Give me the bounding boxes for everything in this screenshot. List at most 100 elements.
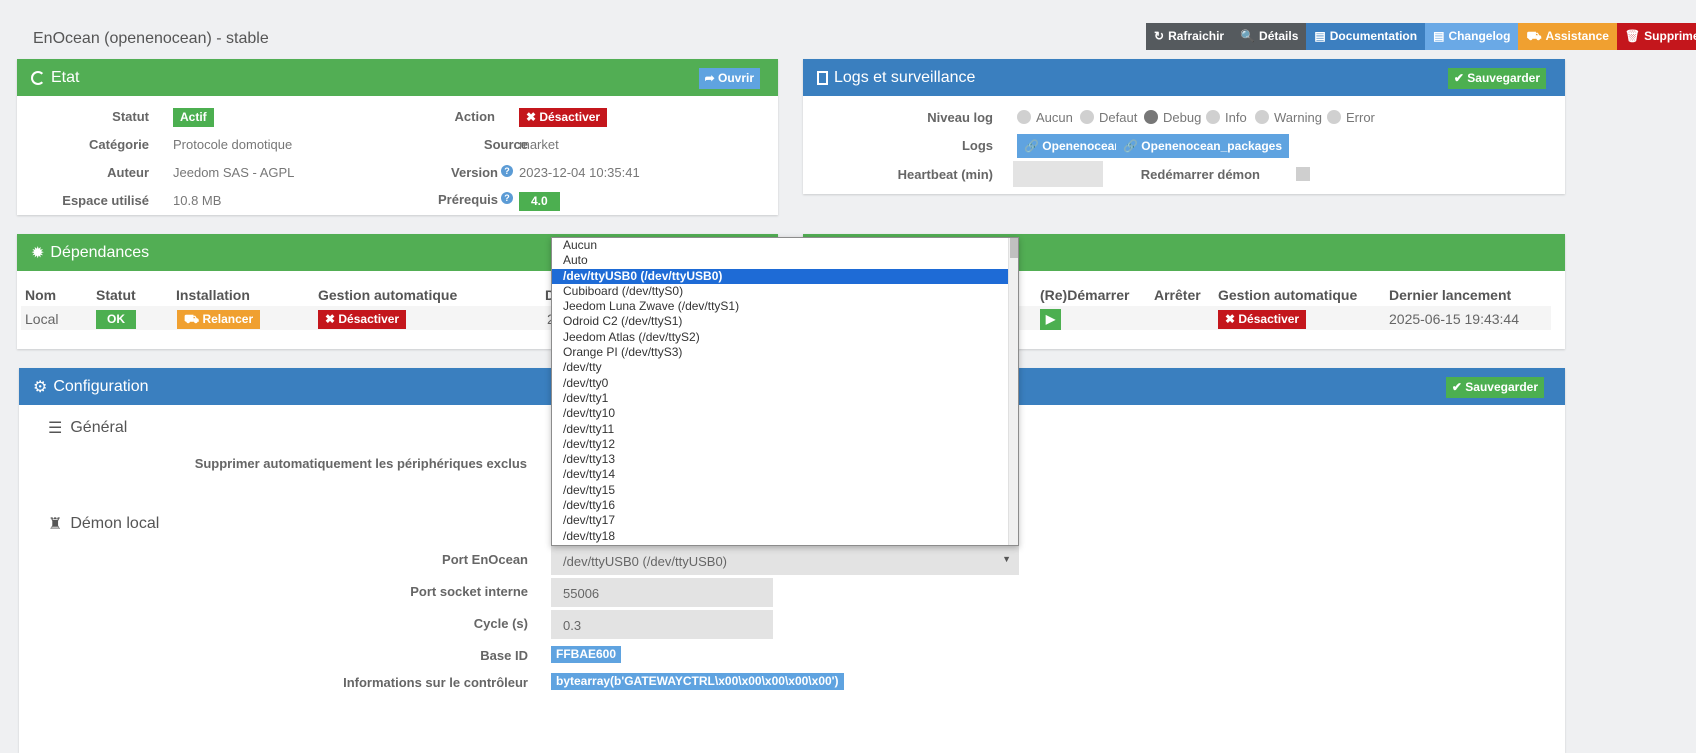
share-icon: ➦ — [704, 71, 715, 85]
desactiver-button[interactable]: ✖ Désactiver — [519, 108, 608, 127]
top-toolbar: ↻ Rafraichir 🔍 Détails ▤ Documentation ▤ Change… — [1146, 23, 1696, 50]
log-packages-button[interactable]: 🔗 Openenocean_packages — [1116, 134, 1290, 158]
file-icon: ▤ — [1433, 29, 1445, 43]
open-button[interactable]: ➦ Ouvrir — [698, 68, 760, 89]
radio-defaut[interactable] — [1080, 110, 1094, 124]
dropdown-option[interactable]: /dev/tty14 — [552, 467, 1018, 482]
demon-desactiver-button[interactable]: ✖ Désactiver — [1218, 310, 1307, 329]
user-secret-icon: ♜ — [48, 516, 63, 533]
radio-label-warning: Warning — [1274, 110, 1322, 125]
dropdown-option[interactable]: /dev/tty — [552, 360, 1018, 375]
log-openenocean-button[interactable]: 🔗 Openenocean — [1017, 134, 1129, 158]
refresh-button[interactable]: ↻ Rafraichir — [1146, 23, 1233, 50]
radio-label-info: Info — [1225, 110, 1247, 125]
dropdown-option[interactable]: Jeedom Luna Zwave (/dev/ttyS1) — [552, 299, 1018, 314]
espace-value: 10.8 MB — [173, 193, 222, 208]
auteur-value: Jeedom SAS - AGPL — [173, 165, 295, 180]
baseid-badge: FFBAE600 — [551, 646, 622, 663]
niveau-log-label: Niveau log — [927, 110, 993, 125]
dropdown-option[interactable]: /dev/tty11 — [552, 422, 1018, 437]
restart-checkbox[interactable] — [1296, 167, 1310, 181]
dropdown-option[interactable]: Jeedom Atlas (/dev/ttyS2) — [552, 330, 1018, 345]
dropdown-option[interactable]: /dev/tty12 — [552, 437, 1018, 452]
heartbeat-label: Heartbeat (min) — [897, 167, 993, 182]
config-title: Configuration — [53, 377, 149, 395]
col-nom: Nom — [25, 287, 57, 303]
supprimer-label: Supprimer automatiquement les périphériq… — [194, 456, 527, 471]
version-value: 2023-12-04 10:35:41 — [519, 165, 640, 180]
cogs-icon: ⚙ — [33, 378, 48, 396]
changelog-button[interactable]: ▤ Changelog — [1425, 23, 1519, 50]
check-circle-icon: ✔ — [1453, 71, 1464, 85]
book-icon: ▤ — [1314, 29, 1326, 43]
dropdown-option[interactable]: /dev/tty15 — [552, 483, 1018, 498]
prereq-badge: 4.0 — [519, 192, 560, 211]
socket-input[interactable]: 55006 — [551, 578, 773, 607]
dropdown-option[interactable]: Orange PI (/dev/ttyS3) — [552, 345, 1018, 360]
relancer-button[interactable]: ⛟ Relancer — [177, 310, 261, 329]
baseid-label: Base ID — [480, 648, 528, 663]
col-installation: Installation — [176, 287, 250, 303]
demon-section-title: ♜ Démon local — [48, 515, 160, 533]
etat-header: Etat ➦ Ouvrir — [17, 59, 778, 96]
logs-save-button[interactable]: ✔ Sauvegarder — [1447, 68, 1546, 89]
dropdown-option[interactable]: Odroid C2 (/dev/ttyS1) — [552, 314, 1018, 329]
help-icon[interactable]: ? — [501, 165, 513, 177]
radio-aucun[interactable] — [1017, 110, 1031, 124]
heartbeat-input[interactable] — [1013, 161, 1103, 187]
cycle-input[interactable]: 0.3 — [551, 610, 773, 639]
scrollbar-thumb[interactable] — [1010, 238, 1018, 258]
categorie-label: Catégorie — [89, 137, 149, 152]
radio-debug[interactable] — [1144, 110, 1158, 124]
delete-button[interactable]: 🗑Supprimer — [1616, 23, 1696, 50]
caret-down-icon: ▼ — [1002, 554, 1011, 564]
radio-label-aucun: Aucun — [1036, 110, 1073, 125]
assistance-button[interactable]: ⛟ Assistance — [1518, 23, 1617, 50]
config-save-button[interactable]: ✔ Sauvegarder — [1445, 377, 1544, 398]
trash-icon: 🗑 — [1624, 29, 1641, 43]
dropdown-option[interactable]: /dev/tty17 — [552, 513, 1018, 528]
check-circle-icon: ✔ — [1451, 380, 1462, 394]
auteur-label: Auteur — [107, 165, 149, 180]
cog-icon: ✹ — [31, 244, 45, 262]
details-button[interactable]: 🔍 Détails — [1232, 23, 1307, 50]
col-redemarrer: (Re)Démarrer — [1040, 287, 1130, 303]
dropdown-option[interactable]: /dev/ttyUSB0 (/dev/ttyUSB0) — [552, 268, 1018, 284]
list-icon: ☰ — [48, 420, 63, 437]
cycle-label: Cycle (s) — [473, 616, 528, 631]
radio-error[interactable] — [1327, 110, 1341, 124]
dropdown-option[interactable]: /dev/tty13 — [552, 452, 1018, 467]
radio-info[interactable] — [1206, 110, 1220, 124]
documentation-button[interactable]: ▤ Documentation — [1306, 23, 1426, 50]
dep-desactiver-button[interactable]: ✖ Désactiver — [318, 310, 407, 329]
play-button[interactable]: ▶ — [1040, 309, 1061, 330]
action-label: Action — [454, 109, 495, 124]
general-section-title: ☰ Général — [48, 419, 128, 437]
port-dropdown-list[interactable]: Aucun Auto/dev/ttyUSB0 (/dev/ttyUSB0) Cubi… — [551, 237, 1019, 546]
help-icon[interactable]: ? — [501, 192, 513, 204]
dropdown-scrollbar[interactable] — [1008, 238, 1018, 545]
search-icon: 🔍 — [1240, 29, 1256, 43]
port-label: Port EnOcean — [442, 552, 528, 567]
truck-icon: ⛟ — [1526, 29, 1542, 43]
dropdown-option[interactable]: /dev/tty1 — [552, 391, 1018, 406]
info-badge: bytearray(b'GATEWAYCTRL\x00\x00\x00\x00\… — [551, 673, 844, 690]
dropdown-option[interactable]: /dev/tty10 — [552, 406, 1018, 421]
radio-warning[interactable] — [1255, 110, 1269, 124]
radio-label-defaut: Defaut — [1099, 110, 1138, 125]
statut-badge: Actif — [173, 108, 214, 127]
dropdown-option[interactable]: /dev/tty16 — [552, 498, 1018, 513]
dernier-lancement: 2025-06-15 19:43:44 — [1389, 311, 1519, 327]
col-gestion-demon: Gestion automatique — [1218, 287, 1358, 303]
dropdown-option[interactable]: /dev/tty0 — [552, 376, 1018, 391]
dropdown-option[interactable]: Auto — [552, 253, 1018, 268]
dropdown-option[interactable]: Cubiboard (/dev/ttyS0) — [552, 284, 1018, 299]
dropdown-option[interactable]: /dev/tty18 — [552, 529, 1018, 544]
port-select[interactable]: /dev/ttyUSB0 (/dev/ttyUSB0) ▼ — [551, 546, 1019, 575]
dropdown-option[interactable]: Aucun — [552, 238, 1018, 253]
dep-nom: Local — [25, 311, 59, 327]
logs-panel: Logs et surveillance ✔ Sauvegarder Nivea… — [803, 59, 1565, 194]
etat-title: Etat — [51, 68, 80, 86]
logs-header: Logs et surveillance ✔ Sauvegarder — [803, 59, 1565, 96]
prereq-label: Prérequis? — [438, 192, 513, 207]
